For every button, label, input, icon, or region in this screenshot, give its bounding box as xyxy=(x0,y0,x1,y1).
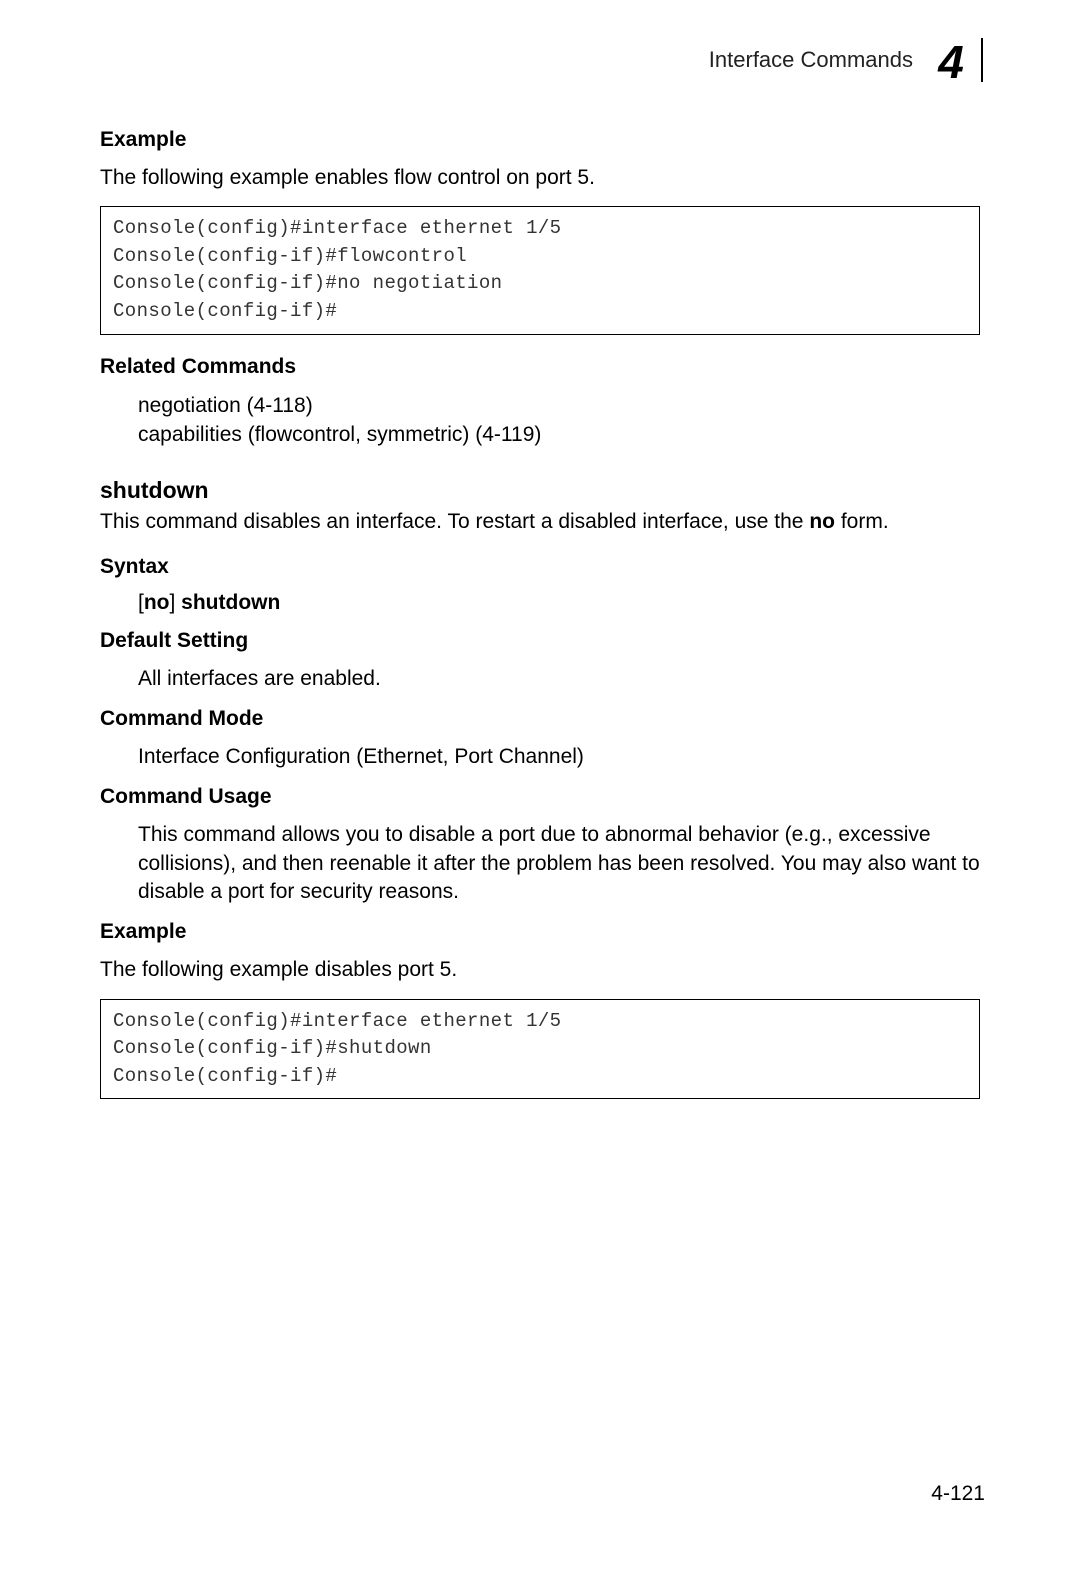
default-setting-text: All interfaces are enabled. xyxy=(138,665,980,693)
command-description: This command disables an interface. To r… xyxy=(100,508,980,536)
syntax-no: no xyxy=(144,591,170,614)
example2-heading: Example xyxy=(100,920,980,944)
code-block-flowcontrol: Console(config)#interface ethernet 1/5 C… xyxy=(100,206,980,334)
chapter-number-icon: 4 xyxy=(927,38,985,82)
command-usage-heading: Command Usage xyxy=(100,785,980,809)
header-title: Interface Commands xyxy=(709,47,913,73)
command-title-shutdown: shutdown xyxy=(100,477,980,504)
chapter-number-text: 4 xyxy=(937,38,964,82)
desc-pre: This command disables an interface. To r… xyxy=(100,510,809,533)
page-number: 4-121 xyxy=(931,1482,985,1506)
command-mode-heading: Command Mode xyxy=(100,707,980,731)
syntax-cmd: shutdown xyxy=(175,591,280,614)
syntax-line: [no] shutdown xyxy=(138,591,980,615)
command-usage-text: This command allows you to disable a por… xyxy=(138,821,980,906)
syntax-heading: Syntax xyxy=(100,555,980,579)
desc-bold: no xyxy=(809,510,835,533)
command-mode-text: Interface Configuration (Ethernet, Port … xyxy=(138,743,980,771)
related-commands-list: negotiation (4-118) capabilities (flowco… xyxy=(138,391,980,450)
example-heading: Example xyxy=(100,128,980,152)
related-item: negotiation (4-118) xyxy=(138,391,980,420)
related-commands-heading: Related Commands xyxy=(100,355,980,379)
page-content: Example The following example enables fl… xyxy=(95,128,985,1099)
example-intro: The following example enables flow contr… xyxy=(100,164,980,192)
example2-intro: The following example disables port 5. xyxy=(100,956,980,984)
page-header: Interface Commands 4 xyxy=(95,38,985,82)
desc-post: form. xyxy=(835,510,889,533)
default-setting-heading: Default Setting xyxy=(100,629,980,653)
code-block-shutdown: Console(config)#interface ethernet 1/5 C… xyxy=(100,999,980,1100)
related-item: capabilities (flowcontrol, symmetric) (4… xyxy=(138,420,980,449)
